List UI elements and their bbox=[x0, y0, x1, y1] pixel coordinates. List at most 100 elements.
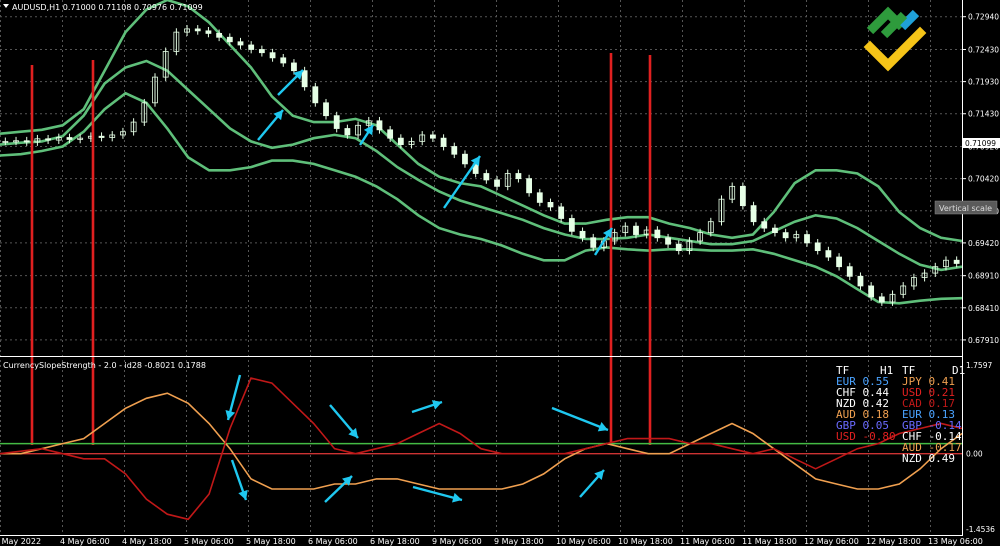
candle-body bbox=[739, 185, 746, 207]
indicator-tick-label: -1.4536 bbox=[966, 525, 995, 534]
time-label: 13 May 06:00 bbox=[928, 537, 983, 546]
price-tick-label: 0.72430 bbox=[968, 45, 999, 54]
candle-body bbox=[462, 153, 468, 165]
time-label: 3 May 2022 bbox=[0, 537, 41, 546]
time-label: 6 May 06:00 bbox=[308, 537, 358, 546]
time-label: 5 May 06:00 bbox=[184, 537, 234, 546]
candle-body bbox=[536, 192, 543, 203]
candle-body bbox=[825, 250, 832, 258]
price-tick-label: 0.70420 bbox=[968, 175, 999, 184]
candle-body bbox=[526, 178, 532, 194]
candle-body bbox=[387, 129, 394, 139]
candle-body bbox=[237, 41, 244, 46]
candle-body bbox=[280, 57, 287, 64]
candle-body bbox=[846, 266, 853, 277]
arrow-head-icon bbox=[452, 492, 462, 503]
candle-body bbox=[194, 28, 201, 32]
candle-body bbox=[45, 138, 51, 141]
candle-body bbox=[258, 49, 265, 54]
candle-body bbox=[451, 146, 458, 155]
candle-body bbox=[782, 232, 789, 239]
time-label: 9 May 06:00 bbox=[432, 537, 482, 546]
annotation-arrows bbox=[225, 69, 614, 503]
candle-body bbox=[750, 205, 757, 223]
candle-body bbox=[397, 137, 404, 145]
price-tick-label: 0.68910 bbox=[968, 272, 999, 281]
price-tick-label: 0.71430 bbox=[968, 110, 999, 119]
candle-body bbox=[483, 173, 490, 181]
price-tick-label: 0.69420 bbox=[968, 239, 999, 248]
current-price-value: 0.71099 bbox=[965, 139, 996, 148]
candle-body bbox=[440, 137, 447, 147]
candle-body bbox=[66, 137, 73, 140]
candle-body bbox=[579, 230, 586, 239]
candle-body bbox=[312, 86, 319, 104]
time-label: 10 May 06:00 bbox=[556, 537, 611, 546]
candle-body bbox=[654, 229, 661, 239]
candle-body bbox=[269, 52, 276, 59]
time-label: 6 May 18:00 bbox=[370, 537, 420, 546]
candle-body bbox=[857, 275, 864, 287]
candle-body bbox=[515, 173, 522, 180]
candle-body bbox=[301, 70, 308, 88]
bollinger-bands bbox=[0, 0, 963, 305]
candle-body bbox=[323, 102, 329, 117]
candle-body bbox=[429, 134, 436, 139]
candle-body bbox=[205, 30, 212, 34]
time-label: 12 May 18:00 bbox=[866, 537, 921, 546]
candle-body bbox=[494, 179, 500, 187]
price-tick-label: 0.67910 bbox=[968, 336, 999, 345]
candle-body bbox=[814, 242, 821, 252]
price-tick-label: 0.72940 bbox=[968, 13, 999, 22]
candle-body bbox=[568, 218, 575, 232]
time-label: 12 May 06:00 bbox=[804, 537, 859, 546]
current-price-label: 0.71099 bbox=[963, 138, 1000, 148]
candle-body bbox=[248, 44, 255, 50]
candle-body bbox=[216, 33, 223, 38]
vertical-scale-tooltip: Vertical scale bbox=[934, 200, 998, 215]
candle-body bbox=[590, 237, 597, 248]
price-axis[interactable]: 0.729400.724300.719300.714300.709200.704… bbox=[962, 13, 999, 345]
time-label: 4 May 18:00 bbox=[122, 537, 172, 546]
time-axis[interactable]: 3 May 2022 4 May 06:00 4 May 18:00 5 May 06… bbox=[0, 537, 983, 546]
table-right-row: NZD 0.49 bbox=[902, 452, 955, 465]
strength-lines bbox=[0, 377, 963, 521]
time-label: 5 May 18:00 bbox=[246, 537, 296, 546]
candle-body bbox=[23, 140, 30, 143]
candle-body bbox=[953, 259, 960, 264]
time-label: 9 May 18:00 bbox=[494, 537, 544, 546]
candle-body bbox=[291, 62, 297, 72]
dropdown-triangle-icon[interactable] bbox=[3, 4, 9, 8]
candle-body bbox=[836, 256, 842, 268]
candle-body bbox=[878, 296, 885, 303]
candle-body bbox=[772, 227, 778, 234]
symbol-quote-line: AUDUSD,H1 0.71000 0.71108 0.70976 0.7109… bbox=[12, 3, 203, 12]
candle-body bbox=[558, 206, 565, 219]
candle-body bbox=[344, 128, 351, 136]
candle-body bbox=[633, 225, 639, 235]
chart-canvas[interactable]: 0.729400.724300.719300.714300.709200.704… bbox=[0, 0, 1000, 546]
indicator-tick-label: 0.00 bbox=[966, 450, 983, 459]
indicator-tick-label: 1.7597 bbox=[966, 361, 992, 370]
candle-body bbox=[98, 135, 105, 138]
time-label: 4 May 06:00 bbox=[60, 537, 110, 546]
indicator-axis[interactable]: 1.7597 0.00 -1.4536 bbox=[966, 361, 995, 534]
table-left-row: USD -0.80 bbox=[836, 430, 896, 443]
candlesticks bbox=[2, 25, 960, 306]
time-label: 11 May 06:00 bbox=[680, 537, 735, 546]
price-tick-label: 0.68410 bbox=[968, 304, 999, 313]
candle-body bbox=[376, 120, 383, 131]
time-label: 11 May 18:00 bbox=[742, 537, 797, 546]
vertical-scale-text: Vertical scale bbox=[939, 204, 992, 213]
candle-body bbox=[547, 202, 554, 208]
strength-line-orange bbox=[0, 392, 963, 490]
indicator-title: CurrencySlopeStrength - 2.0 - id28 -0.80… bbox=[3, 361, 206, 370]
candle-body bbox=[675, 243, 682, 252]
candle-body bbox=[226, 36, 233, 43]
candle-body bbox=[804, 234, 810, 244]
candle-body bbox=[868, 285, 875, 298]
candle-body bbox=[333, 115, 340, 129]
candle-body bbox=[761, 221, 768, 229]
price-tick-label: 0.71930 bbox=[968, 78, 999, 87]
time-label: 10 May 18:00 bbox=[618, 537, 673, 546]
